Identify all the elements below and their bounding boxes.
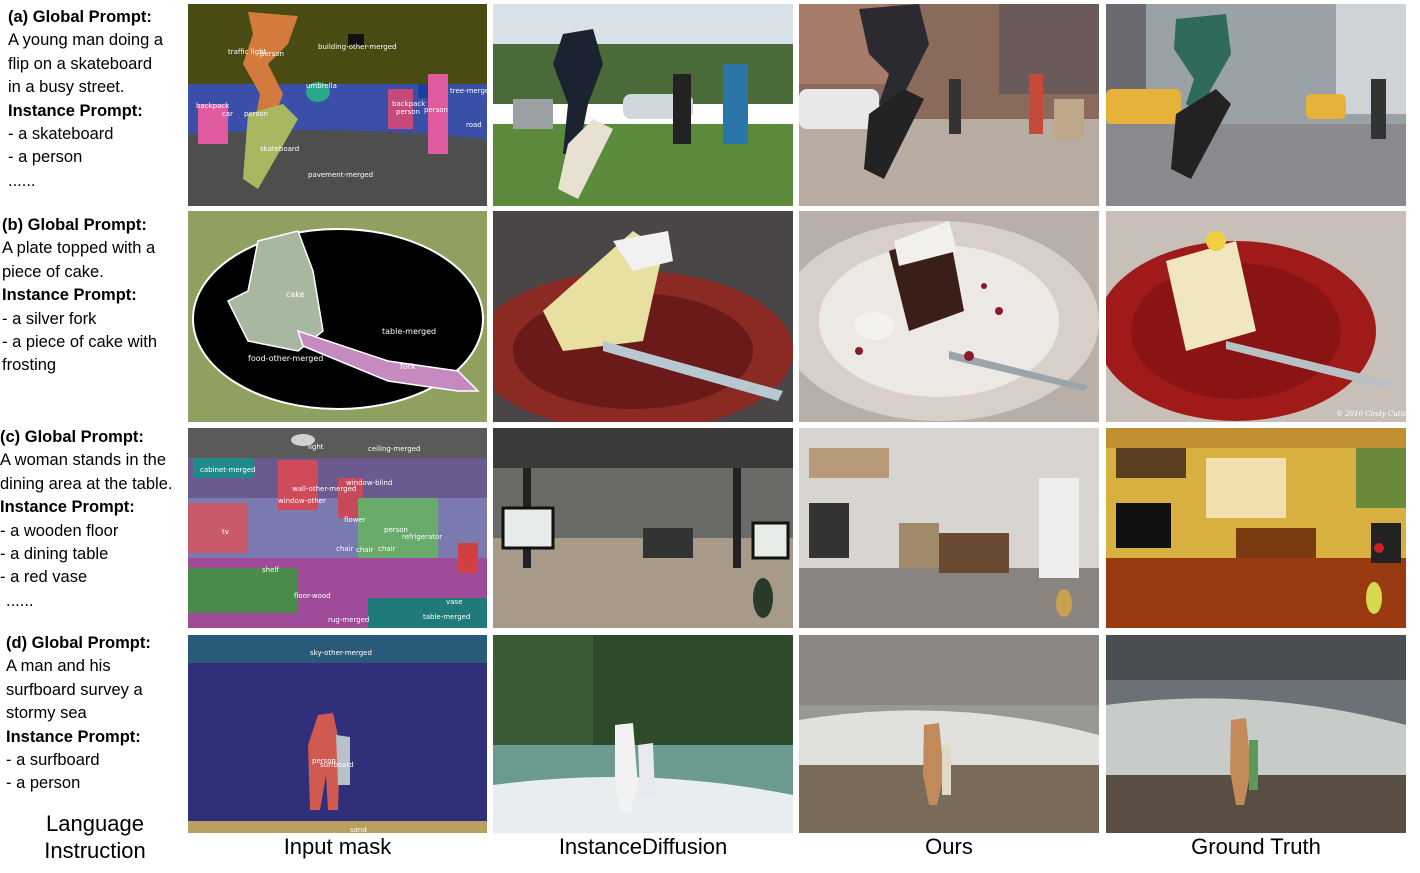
instancediffusion-image-d — [493, 635, 793, 833]
instance-prompt-line: - a red vase — [0, 568, 88, 587]
instance-prompt-line: ...... — [6, 591, 34, 610]
instance-prompt-line: - a surfboard — [6, 751, 100, 770]
ground-truth-image-c — [1106, 428, 1406, 628]
mask-label: road — [466, 121, 482, 129]
ours-image-d — [799, 635, 1099, 833]
mask-label: skateboard — [260, 145, 299, 153]
mask-image-c: light ceiling-merged cabinet-merged wind… — [188, 428, 487, 628]
global-prompt-tag: (d) Global Prompt: — [6, 634, 151, 652]
instance-prompt-title: Instance Prompt: — [0, 498, 135, 517]
instancediffusion-image-c — [493, 428, 793, 628]
ground-truth-image-a — [1106, 4, 1406, 206]
instance-prompt-line: - a piece of cake with — [2, 333, 157, 352]
prompt-d: (d) Global Prompt: A man and his surfboa… — [6, 632, 192, 796]
global-prompt-line: A young man doing a — [8, 31, 164, 50]
mask-label: food-other-merged — [248, 354, 323, 363]
ground-truth-image-d — [1106, 635, 1406, 833]
mask-label: person — [244, 110, 268, 118]
mask-label: backpack — [196, 102, 230, 110]
mask-label: chair — [356, 546, 374, 554]
mask-label: fork — [400, 362, 416, 371]
instancediffusion-image-a — [493, 4, 793, 206]
mask-label: rug-merged — [328, 616, 369, 624]
global-prompt-tag: (c) Global Prompt: — [0, 428, 144, 446]
ours-image-a — [799, 4, 1099, 206]
mask-label: window-other — [278, 497, 326, 505]
global-prompt-line: in a busy street. — [8, 78, 125, 97]
mask-label: refrigerator — [402, 533, 442, 541]
mask-label: table-merged — [382, 327, 436, 336]
global-prompt-line: piece of cake. — [2, 262, 104, 281]
global-prompt-line: stormy sea — [6, 704, 87, 723]
column-label-mask: Input mask — [283, 834, 392, 859]
ours-image-c — [799, 428, 1099, 628]
mask-label: sand — [350, 826, 367, 833]
global-prompt-tag: (a) Global Prompt: — [8, 8, 152, 26]
global-prompt-line: A man and his — [6, 657, 111, 676]
prompt-b: (b) Global Prompt: A plate topped with a… — [2, 214, 188, 378]
instance-prompt-line: frosting — [2, 356, 57, 375]
instance-prompt-line: ...... — [8, 171, 36, 190]
watermark-text: © 2010 Cindy Cutlo — [1336, 410, 1406, 418]
column-label-instancediffusion: InstanceDiffusion — [558, 834, 728, 859]
column-label-ours: Ours — [925, 834, 973, 859]
mask-label: umbrella — [306, 82, 337, 90]
ground-truth-image-b: © 2010 Cindy Cutlo — [1106, 211, 1406, 422]
mask-label: wall-other-merged — [292, 485, 356, 493]
global-prompt-line: surfboard survey a — [6, 680, 143, 699]
mask-image-d: sky-other-merged person surfboard sand — [188, 635, 487, 833]
global-prompt-tag: (b) Global Prompt: — [2, 216, 147, 234]
mask-label: flower — [344, 516, 366, 524]
mask-label: floor-wood — [294, 592, 331, 600]
mask-label: cabinet-merged — [200, 466, 256, 474]
mask-label: ceiling-merged — [368, 445, 420, 453]
instance-prompt-line: - a skateboard — [8, 125, 114, 144]
mask-image-a: building-other-merged person traffic lig… — [188, 4, 487, 206]
global-prompt-line: flip on a skateboard — [8, 54, 153, 73]
mask-image-b: cake table-merged food-other-merged fork — [188, 211, 487, 422]
mask-label: person — [396, 108, 420, 116]
instance-prompt-title: Instance Prompt: — [6, 727, 141, 746]
mask-label: tree-merged — [450, 87, 487, 95]
instance-prompt-title: Instance Prompt: — [8, 101, 143, 120]
column-label-line: Language — [46, 811, 144, 836]
instance-prompt-line: - a dining table — [0, 545, 109, 564]
mask-label: table-merged — [423, 613, 470, 621]
mask-label: traffic light — [228, 48, 267, 56]
mask-label: person — [424, 106, 448, 114]
mask-label: building-other-merged — [318, 43, 397, 51]
instancediffusion-image-b — [493, 211, 793, 422]
column-label-line: Instruction — [44, 838, 146, 863]
instance-prompt-line: - a person — [6, 774, 81, 793]
ours-image-b — [799, 211, 1099, 422]
mask-label: backpack — [392, 100, 426, 108]
instance-prompt-line: - a wooden floor — [0, 521, 119, 540]
mask-label: chair — [336, 545, 354, 553]
global-prompt-line: A plate topped with a — [2, 239, 156, 258]
prompt-c: (c) Global Prompt: A woman stands in the… — [0, 426, 186, 613]
mask-label: chair — [378, 545, 396, 553]
instance-prompt-line: - a person — [8, 148, 83, 167]
instance-prompt-title: Instance Prompt: — [2, 286, 137, 305]
column-label-ground-truth: Ground Truth — [1191, 834, 1321, 859]
mask-label: vase — [446, 598, 462, 606]
mask-label: surfboard — [320, 761, 354, 769]
prompt-a: (a) Global Prompt: A young man doing a f… — [8, 6, 194, 193]
global-prompt-line: A woman stands in the — [0, 451, 167, 470]
mask-label: shelf — [262, 566, 279, 574]
instance-prompt-line: - a silver fork — [2, 309, 97, 328]
mask-label: car — [222, 110, 233, 118]
mask-label: light — [308, 443, 324, 451]
global-prompt-line: dining area at the table. — [0, 474, 173, 493]
mask-label: tv — [222, 528, 229, 536]
mask-label: cake — [286, 290, 305, 299]
column-label-language: Language Instruction — [20, 810, 170, 864]
mask-label: pavement-merged — [308, 171, 373, 179]
mask-label: sky-other-merged — [310, 649, 372, 657]
